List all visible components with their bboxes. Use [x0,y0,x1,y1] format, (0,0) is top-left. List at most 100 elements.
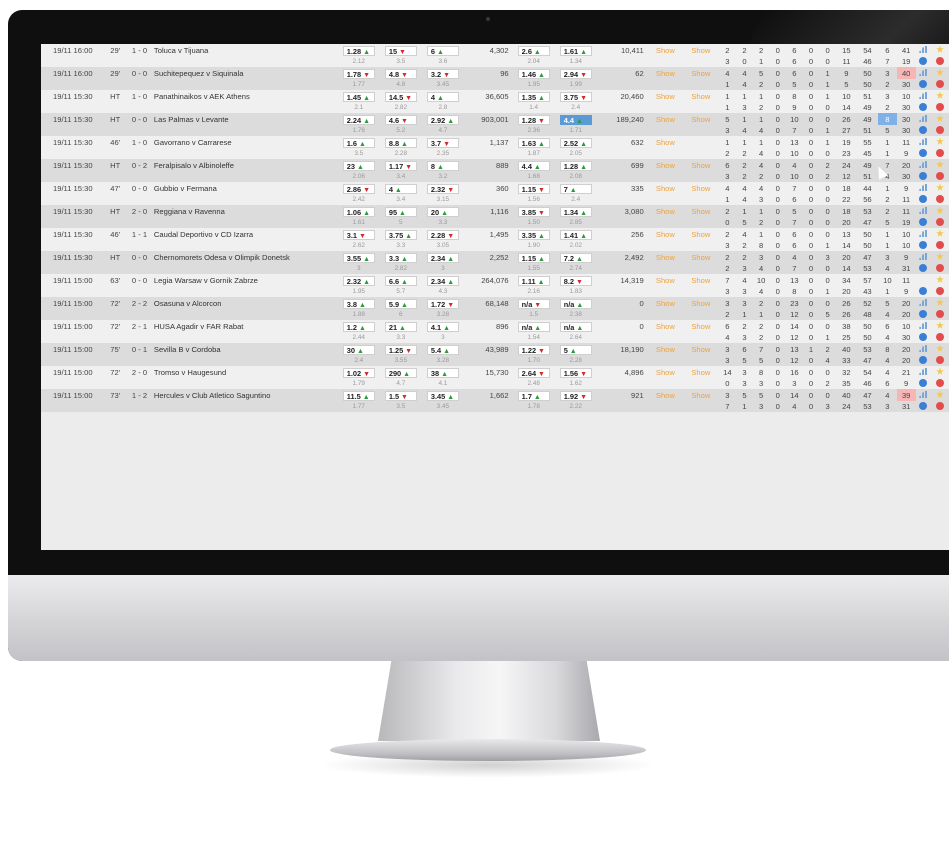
odds-button[interactable]: 38 ▲ [426,367,459,378]
chart-icon[interactable] [919,253,928,260]
odds-button[interactable]: 2.32 ▲ [342,275,375,286]
info-icon[interactable] [919,378,928,387]
chart-icon[interactable] [919,345,928,352]
table-row[interactable]: 19/11 15:00 72' 2 - 0 Tromso v Haugesund 1.0… [41,366,949,378]
odds-button[interactable]: 20 ▲ [426,206,459,217]
odds-button[interactable]: 1.11 ▲ [517,275,550,286]
match-name[interactable]: Chernomorets Odesa v Olimpik Donetsk [153,251,338,263]
close-icon[interactable] [936,240,945,249]
match-name[interactable]: Suchitepequez v Siquinala [153,67,338,79]
close-icon[interactable] [936,102,945,111]
odds-button[interactable]: 2.52 ▲ [559,137,592,148]
table-row[interactable]: 19/11 15:00 63' 0 - 0 Legia Warsaw v Gornik… [41,274,949,286]
show-link[interactable]: Show [647,389,684,401]
show-link[interactable]: Show [683,205,719,217]
match-name[interactable]: Toluca v Tijuana [153,44,338,56]
match-name[interactable]: Caudal Deportivo v CD Izarra [153,228,338,240]
odds-button[interactable]: 7 ▲ [559,183,592,194]
odds-button[interactable]: 8.2 ▼ [559,275,592,286]
odds-button[interactable]: 1.35 ▲ [517,91,550,102]
show-link[interactable]: Show [683,343,719,355]
star-icon[interactable] [936,91,944,99]
info-icon[interactable] [919,125,928,134]
odds-button[interactable]: 1.2 ▲ [342,321,375,332]
odds-button[interactable]: 8.8 ▲ [384,137,417,148]
match-name[interactable]: Gavorrano v Carrarese [153,136,338,148]
star-icon[interactable] [936,45,944,53]
close-icon[interactable] [936,355,945,364]
odds-button[interactable]: 4.4 ▲ [559,114,592,125]
odds-button[interactable]: 1.63 ▲ [517,137,550,148]
odds-button[interactable]: 5 ▲ [559,344,592,355]
table-row[interactable]: 19/11 15:30 46' 1 - 0 Gavorrano v Carrarese… [41,136,949,148]
show-link[interactable]: Show [647,320,684,332]
show-link[interactable]: Show [647,343,684,355]
odds-button[interactable]: 11.5 ▲ [342,390,375,401]
info-icon[interactable] [919,355,928,364]
odds-button[interactable]: 1.34 ▲ [559,206,592,217]
odds-button[interactable]: 6 ▲ [426,45,459,56]
odds-button[interactable]: 3.7 ▼ [426,137,459,148]
show-link[interactable]: Show [683,297,719,309]
close-icon[interactable] [936,56,945,65]
close-icon[interactable] [936,286,945,295]
star-icon[interactable] [936,137,944,145]
odds-button[interactable]: 2.92 ▲ [426,114,459,125]
match-name[interactable]: Gubbio v Fermana [153,182,338,194]
star-icon[interactable] [936,275,944,283]
table-row[interactable]: 19/11 15:30 HT 0 - 0 Chernomorets Odesa v O… [41,251,949,263]
odds-button[interactable]: 2.64 ▼ [517,367,550,378]
table-row[interactable]: 19/11 15:30 HT 0 - 0 Las Palmas v Levante 2.… [41,113,949,125]
star-icon[interactable] [936,321,944,329]
show-link[interactable]: Show [647,90,684,102]
odds-button[interactable]: 2.6 ▲ [517,45,550,56]
info-icon[interactable] [919,217,928,226]
odds-button[interactable]: 5.4 ▲ [426,344,459,355]
show-link[interactable]: Show [683,90,719,102]
chart-icon[interactable] [919,69,928,76]
show-link[interactable]: Show [647,297,684,309]
odds-button[interactable]: 2.24 ▲ [342,114,375,125]
show-link[interactable]: Show [647,228,684,240]
star-icon[interactable] [936,229,944,237]
odds-button[interactable]: 1.15 ▼ [517,183,550,194]
odds-button[interactable]: 1.6 ▲ [342,137,375,148]
star-icon[interactable] [936,183,944,191]
show-link[interactable]: Show [647,274,684,286]
odds-button[interactable]: 1.45 ▲ [342,91,375,102]
odds-button[interactable]: 1.28 ▼ [517,114,550,125]
star-icon[interactable] [936,114,944,122]
odds-button[interactable]: n/a ▲ [559,321,592,332]
chart-icon[interactable] [919,299,928,306]
show-link[interactable]: Show [647,67,684,79]
odds-button[interactable]: 95 ▲ [384,206,417,217]
odds-button[interactable]: 1.5 ▼ [384,390,417,401]
odds-button[interactable]: 15 ▼ [384,45,417,56]
show-link[interactable]: Show [683,182,719,194]
match-name[interactable]: Hercules v Club Atletico Saguntino [153,389,338,401]
table-row[interactable]: 19/11 16:00 29' 1 - 0 Toluca v Tijuana 1.28 … [41,44,949,56]
show-link[interactable]: Show [683,159,719,171]
odds-button[interactable]: 2.28 ▼ [426,229,459,240]
chart-icon[interactable] [919,207,928,214]
odds-button[interactable]: 1.78 ▼ [342,68,375,79]
close-icon[interactable] [936,309,945,318]
odds-button[interactable]: 3.1 ▼ [342,229,375,240]
odds-button[interactable]: 2.32 ▼ [426,183,459,194]
odds-button[interactable]: 3.45 ▲ [426,390,459,401]
show-link[interactable]: Show [647,205,684,217]
odds-button[interactable]: 5.9 ▲ [384,298,417,309]
close-icon[interactable] [936,332,945,341]
odds-button[interactable]: 3.3 ▲ [384,252,417,263]
show-link[interactable]: Show [683,320,719,332]
odds-button[interactable]: 1.17 ▼ [384,160,417,171]
odds-button[interactable]: 1.06 ▲ [342,206,375,217]
table-row[interactable]: 19/11 15:00 73' 1 - 2 Hercules v Club Atlet… [41,389,949,401]
table-row[interactable]: 19/11 15:00 75' 0 - 1 Sevilla B v Cordoba 30… [41,343,949,355]
info-icon[interactable] [919,332,928,341]
info-icon[interactable] [919,194,928,203]
odds-button[interactable]: 4.6 ▼ [384,114,417,125]
table-row[interactable]: 19/11 16:00 29' 0 - 0 Suchitepequez v Siqui… [41,67,949,79]
odds-button[interactable]: 3.85 ▼ [517,206,550,217]
star-icon[interactable] [936,160,944,168]
